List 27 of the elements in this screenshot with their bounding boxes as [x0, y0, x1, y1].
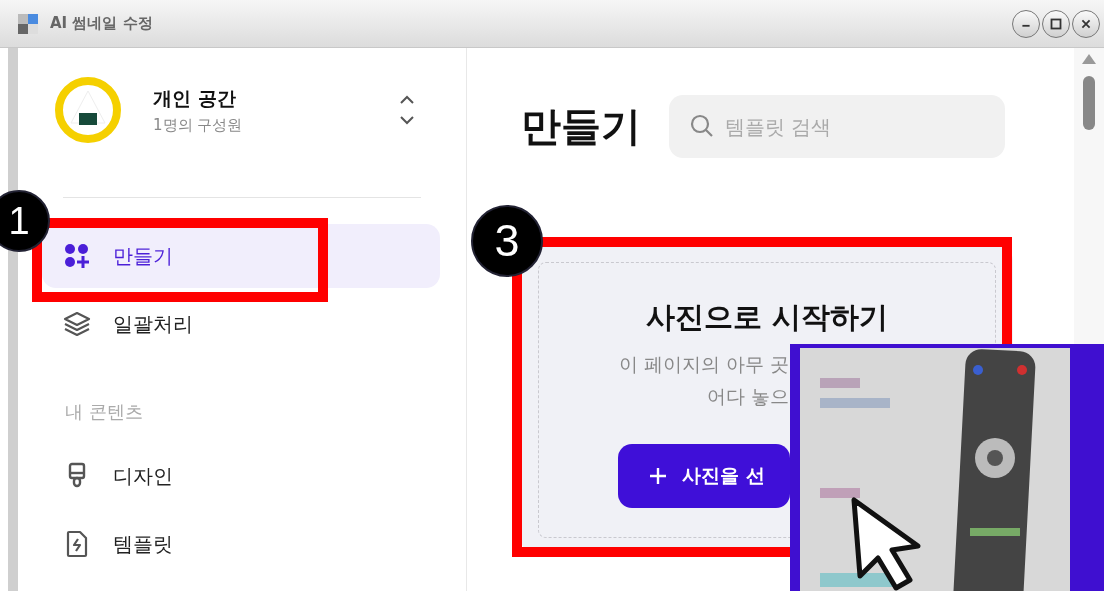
sidebar-item[interactable]: 만들기 [42, 224, 440, 288]
minimize-button[interactable] [1012, 9, 1040, 38]
card-description: 이 페이지의 아무 곳 어다 놓으 [617, 352, 789, 409]
sidebar-item[interactable]: 디자인 [42, 444, 440, 508]
step-number: 3 [471, 205, 543, 277]
section-title: 내 콘텐츠 [65, 400, 144, 424]
scroll-up-icon[interactable] [1082, 54, 1096, 64]
layers-icon [63, 310, 91, 338]
scroll-thumb[interactable] [1083, 76, 1095, 130]
workspace-name: 개인 공간 [153, 85, 237, 111]
card-title: 사진으로 시작하기 [645, 299, 889, 336]
expand-collapse-icon[interactable] [398, 93, 416, 127]
page-heading: 만들기 [521, 102, 641, 151]
apps-icon [63, 242, 91, 270]
select-photo-button[interactable]: 사진을 선 [618, 444, 790, 508]
member-count: 1명의 구성원 [153, 115, 243, 135]
plus-icon [648, 466, 668, 486]
step-number: 1 [0, 190, 50, 252]
search-icon [689, 113, 715, 139]
search-field[interactable]: 템플릿 검색 [669, 95, 1005, 158]
close-button[interactable] [1072, 9, 1100, 38]
app-icon [18, 13, 38, 34]
window-title: AI 썸네일 수정 [50, 14, 153, 33]
sidebar-item[interactable]: 템플릿 [42, 512, 440, 576]
sidebar-item[interactable]: 일괄처리 [42, 292, 440, 356]
maximize-button[interactable] [1042, 9, 1070, 38]
avatar [55, 77, 121, 143]
